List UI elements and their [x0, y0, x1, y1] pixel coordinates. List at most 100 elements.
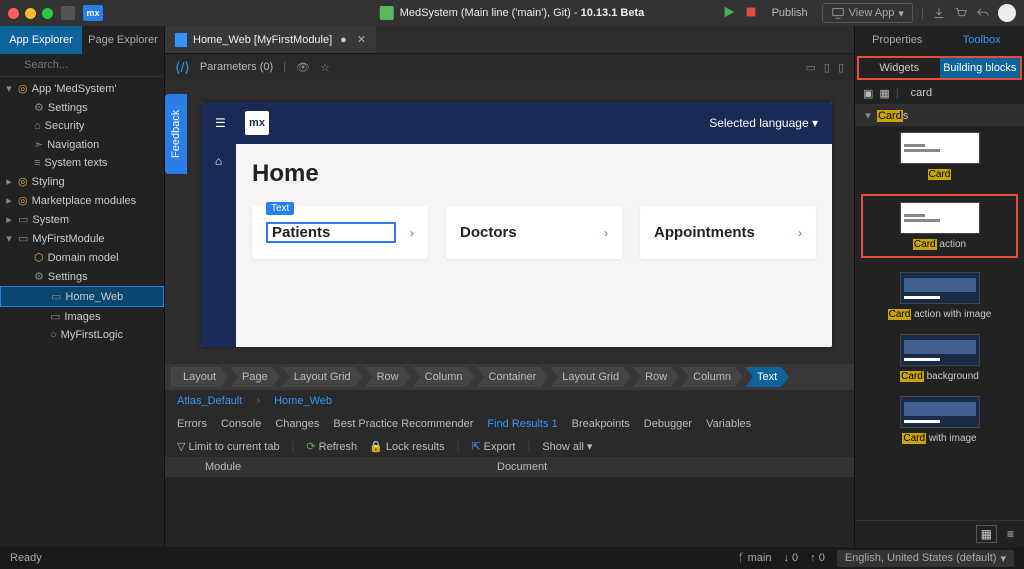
tree-marketplace[interactable]: ▸◎Marketplace modules [0, 191, 164, 210]
tree-home-web[interactable]: ▭Home_Web [0, 286, 164, 307]
left-toolbar [0, 54, 164, 77]
parameters-label[interactable]: Parameters (0) [200, 61, 273, 73]
tab-errors[interactable]: Errors [177, 418, 207, 430]
logo-icon: mx [245, 111, 269, 135]
block-card[interactable]: Card [861, 132, 1018, 180]
seg-building-blocks[interactable]: Building blocks [940, 58, 1021, 78]
tab-debugger[interactable]: Debugger [644, 418, 692, 430]
user-avatar[interactable] [998, 4, 1016, 22]
tab-properties[interactable]: Properties [855, 26, 940, 54]
nav-home[interactable]: Home_Web [274, 395, 332, 407]
bc-column2[interactable]: Column [681, 367, 743, 387]
limit-tool[interactable]: ▽Limit to current tab [177, 440, 280, 453]
bc-layoutgrid[interactable]: Layout Grid [282, 367, 363, 387]
tab-breakpoints[interactable]: Breakpoints [572, 418, 630, 430]
close-window-icon[interactable] [8, 8, 19, 19]
bc-container[interactable]: Container [477, 367, 549, 387]
bc-text[interactable]: Text [745, 367, 789, 387]
list-view-icon[interactable]: ≡ [1003, 526, 1018, 542]
show-all-tool[interactable]: Show all ▾ [542, 440, 592, 453]
view-app-button[interactable]: View App ▾ [822, 3, 913, 23]
visibility-icon[interactable]: 👁 [296, 61, 310, 74]
bc-layoutgrid2[interactable]: Layout Grid [550, 367, 631, 387]
card-patients[interactable]: Text Patients › [252, 206, 428, 259]
grid-view-icon[interactable]: ▦ [976, 525, 997, 543]
bc-column[interactable]: Column [413, 367, 475, 387]
tab-console[interactable]: Console [221, 418, 261, 430]
export-tool[interactable]: ⇱Export [471, 440, 515, 453]
collapse-icon[interactable]: ▣ [863, 87, 873, 100]
bc-row[interactable]: Row [365, 367, 411, 387]
tree-app[interactable]: ▾◎App 'MedSystem' [0, 79, 164, 98]
feedback-tab[interactable]: Feedback [165, 94, 187, 174]
language-selector[interactable]: Selected language ▾ [709, 116, 818, 130]
card-doctors[interactable]: Doctors › [446, 206, 622, 259]
toolbox-search-input[interactable] [911, 87, 1024, 99]
refresh-tool[interactable]: ⟳Refresh [306, 440, 357, 453]
lock-tool[interactable]: 🔒Lock results [369, 440, 444, 453]
tree-system-texts[interactable]: ≡System texts [0, 154, 164, 172]
star-icon[interactable]: ☆ [320, 61, 330, 74]
card-title-appointments: Appointments [654, 224, 755, 241]
block-card-image[interactable]: Card with image [861, 396, 1018, 444]
nav-atlas[interactable]: Atlas_Default [177, 395, 242, 407]
bc-page[interactable]: Page [230, 367, 280, 387]
download-icon[interactable] [932, 6, 946, 20]
branch-indicator[interactable]: ᚶ main [738, 552, 772, 564]
seg-widgets[interactable]: Widgets [859, 58, 940, 78]
col-document[interactable]: Document [497, 461, 547, 473]
refresh-icon: ⟳ [306, 440, 315, 453]
tab-home-web[interactable]: Home_Web [MyFirstModule] ● ✕ [165, 26, 376, 53]
tree-domain-model[interactable]: ⬡Domain model [0, 248, 164, 267]
tree-settings[interactable]: ⚙Settings [0, 98, 164, 117]
tree-system[interactable]: ▸▭System [0, 210, 164, 229]
tree-images[interactable]: ▭Images [0, 307, 164, 326]
tree-security[interactable]: ⌂Security [0, 117, 164, 135]
responsive-icon[interactable]: ▭ [805, 61, 815, 74]
col-module[interactable]: Module [177, 461, 497, 473]
tree-search-input[interactable] [24, 59, 166, 71]
tree-navigation[interactable]: ➣Navigation [0, 135, 164, 154]
home-icon[interactable]: ⌂ [215, 154, 222, 168]
card-appointments[interactable]: Appointments › [640, 206, 816, 259]
tree-my-logic[interactable]: ○MyFirstLogic [0, 326, 164, 344]
phone-icon[interactable]: ▯ [838, 61, 844, 74]
block-card-action-image[interactable]: Card action with image [861, 272, 1018, 320]
tab-app-explorer[interactable]: App Explorer [0, 26, 82, 54]
maximize-window-icon[interactable] [42, 8, 53, 19]
chevron-right-icon[interactable]: › [798, 226, 802, 240]
incoming-count[interactable]: ↓ 0 [783, 552, 798, 564]
publish-button[interactable]: Publish [766, 5, 814, 21]
expand-icon[interactable]: ▦ [879, 87, 889, 100]
block-card-background[interactable]: Card background [861, 334, 1018, 382]
minimize-window-icon[interactable] [25, 8, 36, 19]
tree-module-settings[interactable]: ⚙Settings [0, 267, 164, 286]
tab-page-explorer[interactable]: Page Explorer [82, 26, 164, 54]
card-title-patients[interactable]: Patients [266, 222, 396, 243]
tablet-icon[interactable]: ▯ [824, 61, 830, 74]
hamburger-icon[interactable]: ☰ [215, 116, 235, 130]
reply-icon[interactable] [976, 6, 990, 20]
close-icon[interactable]: ✕ [357, 33, 366, 46]
group-cards[interactable]: ▾ Cards [855, 105, 1024, 126]
apps-icon[interactable] [61, 6, 75, 20]
cart-icon[interactable] [954, 6, 968, 20]
chevron-right-icon[interactable]: › [410, 226, 414, 240]
tab-find-results[interactable]: Find Results 1 [487, 418, 557, 430]
tree-my-module[interactable]: ▾▭MyFirstModule [0, 229, 164, 248]
tab-toolbox[interactable]: Toolbox [940, 26, 1024, 54]
locale-selector[interactable]: English, United States (default) ▾ [837, 550, 1014, 567]
tree-styling[interactable]: ▸◎Styling [0, 172, 164, 191]
tab-bpr[interactable]: Best Practice Recommender [333, 418, 473, 430]
window-controls [8, 8, 53, 19]
outgoing-count[interactable]: ↑ 0 [810, 552, 825, 564]
preview-body: ⌂ Home Text Patients › [201, 144, 832, 347]
stop-button[interactable] [744, 5, 758, 22]
tab-changes[interactable]: Changes [275, 418, 319, 430]
run-button[interactable] [722, 5, 736, 22]
bc-layout[interactable]: Layout [171, 367, 228, 387]
tab-variables[interactable]: Variables [706, 418, 751, 430]
bc-row2[interactable]: Row [633, 367, 679, 387]
chevron-right-icon[interactable]: › [604, 226, 608, 240]
block-card-action[interactable]: Card action [861, 194, 1018, 258]
